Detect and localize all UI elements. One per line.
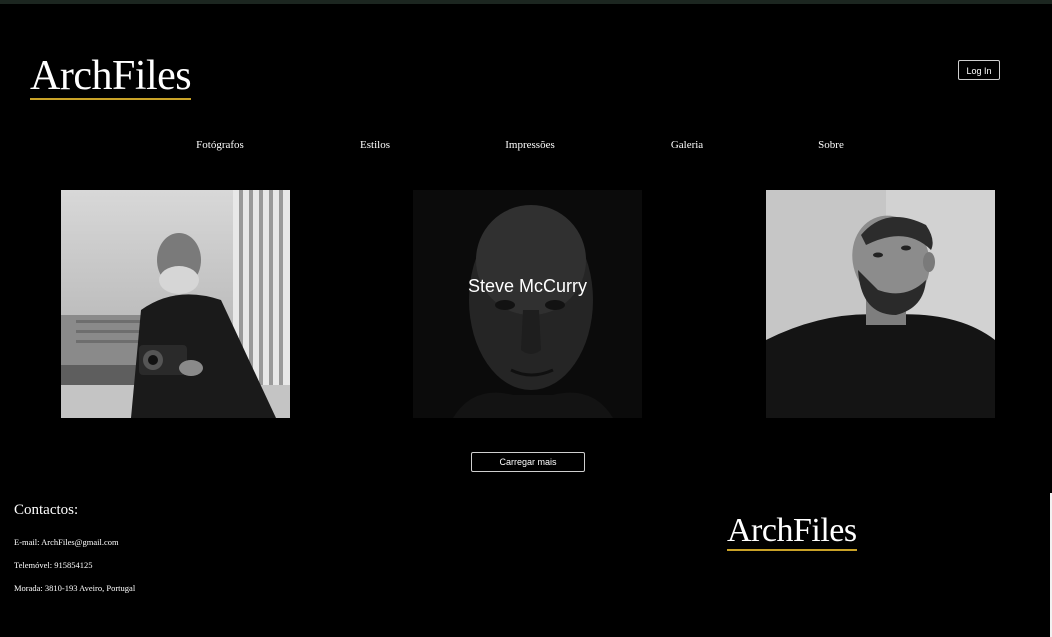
nav-item-sobre[interactable]: Sobre: [818, 139, 844, 151]
footer-logo[interactable]: ArchFiles: [727, 514, 857, 551]
photographer-photo: [766, 190, 995, 418]
header-logo[interactable]: ArchFiles: [30, 55, 192, 100]
photographer-photo: [413, 190, 642, 418]
card-caption: Steve McCurry: [467, 276, 588, 296]
load-more-button[interactable]: Carregar mais: [471, 452, 585, 472]
contact-email: E-mail: ArchFiles@gmail.com: [14, 537, 119, 547]
login-button[interactable]: Log In: [958, 60, 1000, 80]
photographer-card[interactable]: [61, 190, 290, 418]
photographer-photo: [61, 190, 290, 418]
photographer-card[interactable]: [766, 190, 995, 418]
contacts-title: Contactos:: [14, 502, 79, 518]
top-strip: [0, 0, 1052, 4]
contact-address: Morada: 3810-193 Aveiro, Portugal: [14, 583, 136, 593]
contact-phone: Telemóvel: 915854125: [14, 560, 93, 570]
nav-item-galeria[interactable]: Galeria: [671, 139, 703, 151]
photographer-card[interactable]: Steve McCurry: [413, 190, 642, 418]
nav-item-fotografos[interactable]: Fotógrafos: [196, 139, 244, 151]
nav-item-impressoes[interactable]: Impressões: [505, 139, 555, 151]
nav-item-estilos[interactable]: Estilos: [360, 139, 390, 151]
